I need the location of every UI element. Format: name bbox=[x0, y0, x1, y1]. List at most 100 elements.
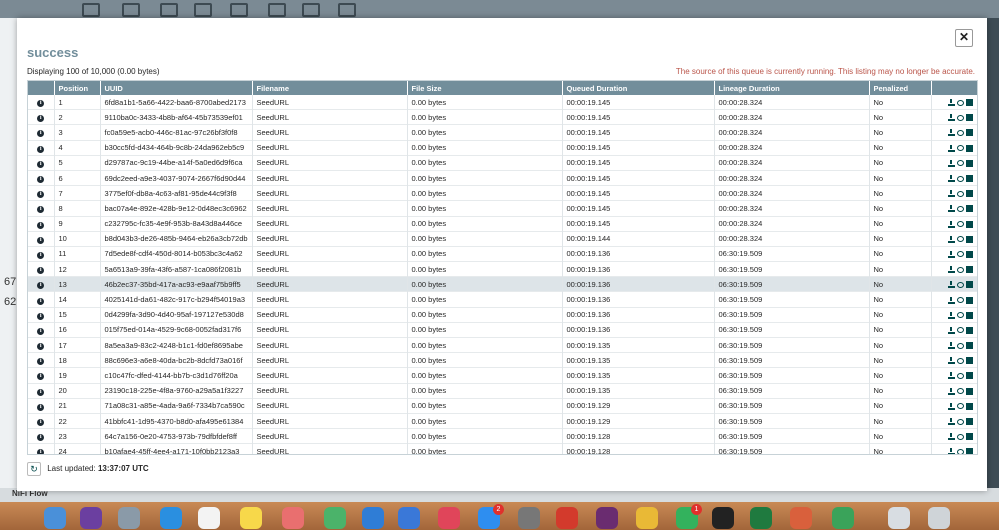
view-content-icon[interactable] bbox=[956, 327, 964, 334]
table-row[interactable]: i 19 c10c47fc-dfed-4144-bb7b-c3d1d76ff20a S… bbox=[28, 367, 977, 384]
download-icon[interactable] bbox=[947, 296, 955, 304]
table-row[interactable]: i 23 64c7a156-0e20-4753-973b-79dfbfdef8ff S… bbox=[28, 428, 977, 444]
table-row[interactable]: i 11 7d5ede8f-cdf4-450d-8014-b053bc3c4a62 S… bbox=[28, 246, 977, 262]
label-icon[interactable] bbox=[338, 3, 356, 17]
table-row[interactable]: i 7 3775ef0f-db8a-4c63-af81-95de44c9f3f8 Se… bbox=[28, 185, 977, 201]
pencil-app-icon[interactable] bbox=[790, 507, 812, 529]
provenance-icon[interactable] bbox=[965, 281, 973, 289]
download-icon[interactable] bbox=[947, 342, 955, 350]
table-row[interactable]: i 22 41bbfc41-1d95-4370-b8d0-afa495e61384 S… bbox=[28, 413, 977, 429]
table-row[interactable]: i 24 b10afae4-45ff-4ee4-a171-10f0bb2123a3 S… bbox=[28, 443, 977, 454]
provenance-icon[interactable] bbox=[965, 144, 973, 152]
table-row[interactable]: i 21 71a08c31-a85e-4ada-9a6f-7334b7ca590c S… bbox=[28, 398, 977, 414]
table-row[interactable]: i 16 015f75ed-014a-4529-9c68-0052fad317f6 S… bbox=[28, 322, 977, 338]
provenance-icon[interactable] bbox=[965, 387, 973, 395]
download-icon[interactable] bbox=[947, 175, 955, 183]
info-icon[interactable]: i bbox=[37, 130, 45, 138]
info-icon[interactable]: i bbox=[37, 449, 45, 454]
info-icon[interactable]: i bbox=[37, 206, 45, 214]
view-content-icon[interactable] bbox=[956, 99, 964, 106]
app-store-icon[interactable]: 2 bbox=[478, 504, 504, 529]
photos-icon[interactable] bbox=[282, 507, 304, 529]
info-icon[interactable]: i bbox=[37, 191, 45, 199]
table-row[interactable]: i 10 b8d043b3-de26-485b-9464-eb26a3cb72db S… bbox=[28, 231, 977, 247]
terminal-icon[interactable] bbox=[712, 507, 734, 529]
download-icon[interactable] bbox=[947, 129, 955, 137]
info-icon[interactable]: i bbox=[37, 267, 45, 275]
remote-desktop-icon[interactable] bbox=[398, 507, 420, 529]
provenance-icon[interactable] bbox=[965, 99, 973, 107]
view-content-icon[interactable] bbox=[956, 418, 964, 425]
filezilla-icon[interactable] bbox=[556, 507, 578, 529]
process-group-icon[interactable] bbox=[194, 3, 212, 17]
download-icon[interactable] bbox=[947, 372, 955, 380]
download-icon[interactable] bbox=[947, 190, 955, 198]
preview-icon[interactable] bbox=[888, 507, 910, 529]
info-icon[interactable]: i bbox=[37, 343, 45, 351]
view-content-icon[interactable] bbox=[956, 403, 964, 410]
excel-icon[interactable] bbox=[750, 507, 772, 529]
view-content-icon[interactable] bbox=[956, 251, 964, 258]
download-icon[interactable] bbox=[947, 235, 955, 243]
provenance-icon[interactable] bbox=[965, 159, 973, 167]
whatsapp-icon[interactable]: 1 bbox=[676, 504, 702, 529]
calendar-icon[interactable] bbox=[198, 507, 220, 529]
provenance-icon[interactable] bbox=[965, 296, 973, 304]
template-icon[interactable] bbox=[302, 3, 320, 17]
info-icon[interactable]: i bbox=[37, 403, 45, 411]
table-row[interactable]: i 15 0d4299fa-3d90-4d40-95af-197127e530d8 S… bbox=[28, 307, 977, 323]
column-header[interactable]: Position bbox=[54, 81, 101, 95]
system-prefs-icon[interactable] bbox=[518, 507, 540, 529]
info-icon[interactable]: i bbox=[37, 100, 45, 108]
trash-icon[interactable] bbox=[928, 507, 950, 529]
info-icon[interactable]: i bbox=[37, 312, 45, 320]
download-icon[interactable] bbox=[947, 266, 955, 274]
table-row[interactable]: i 9 c232795c-fc35-4e9f-953b-8a43d8a446ce Se… bbox=[28, 216, 977, 232]
download-icon[interactable] bbox=[947, 387, 955, 395]
output-port-icon[interactable] bbox=[160, 3, 178, 17]
column-header[interactable] bbox=[28, 81, 55, 95]
table-row[interactable]: i 18 88c696e3-a6e8-40da-bc2b-8dcfd73a016f S… bbox=[28, 352, 977, 368]
provenance-icon[interactable] bbox=[965, 433, 973, 441]
download-icon[interactable] bbox=[947, 448, 955, 454]
provenance-icon[interactable] bbox=[965, 175, 973, 183]
info-icon[interactable]: i bbox=[37, 251, 45, 259]
finder-icon[interactable] bbox=[44, 507, 66, 529]
download-icon[interactable] bbox=[947, 433, 955, 441]
download-icon[interactable] bbox=[947, 159, 955, 167]
column-header[interactable]: Filename bbox=[252, 81, 408, 95]
view-content-icon[interactable] bbox=[956, 160, 964, 167]
input-port-icon[interactable] bbox=[122, 3, 140, 17]
chrome-icon[interactable] bbox=[636, 507, 658, 529]
provenance-icon[interactable] bbox=[965, 448, 973, 454]
notes-icon[interactable] bbox=[240, 507, 262, 529]
table-row[interactable]: i 5 d29787ac-9c19-44be-a14f-5a0ed6d9f6ca Se… bbox=[28, 155, 977, 171]
info-icon[interactable]: i bbox=[37, 160, 45, 168]
music-icon[interactable] bbox=[438, 507, 460, 529]
download-icon[interactable] bbox=[947, 205, 955, 213]
provenance-icon[interactable] bbox=[965, 250, 973, 258]
download-icon[interactable] bbox=[947, 281, 955, 289]
remote-group-icon[interactable] bbox=[230, 3, 248, 17]
provenance-icon[interactable] bbox=[965, 129, 973, 137]
info-icon[interactable]: i bbox=[37, 236, 45, 244]
safari-icon[interactable] bbox=[160, 507, 182, 529]
info-icon[interactable]: i bbox=[37, 221, 45, 229]
info-icon[interactable]: i bbox=[37, 373, 45, 381]
view-content-icon[interactable] bbox=[956, 190, 964, 197]
column-header[interactable]: Penalized bbox=[869, 81, 932, 95]
numbers-icon[interactable] bbox=[324, 507, 346, 529]
table-row[interactable]: i 4 b30cc5fd-d434-464b-9c8b-24da962eb5c9 Se… bbox=[28, 140, 977, 156]
view-content-icon[interactable] bbox=[956, 145, 964, 152]
provenance-icon[interactable] bbox=[965, 220, 973, 228]
launchpad-icon[interactable] bbox=[118, 507, 140, 529]
table-row[interactable]: i 2 9110ba0c-3433-4b8b-af64-45b73539ef01 Se… bbox=[28, 109, 977, 125]
view-content-icon[interactable] bbox=[956, 221, 964, 228]
info-icon[interactable]: i bbox=[37, 145, 45, 153]
info-icon[interactable]: i bbox=[37, 115, 45, 123]
view-content-icon[interactable] bbox=[956, 129, 964, 136]
info-icon[interactable]: i bbox=[37, 358, 45, 366]
download-icon[interactable] bbox=[947, 99, 955, 107]
table-row[interactable]: i 1 6fd8a1b1-5a66-4422-baa6-8700abed2173 Se… bbox=[28, 95, 977, 110]
view-content-icon[interactable] bbox=[956, 433, 964, 440]
